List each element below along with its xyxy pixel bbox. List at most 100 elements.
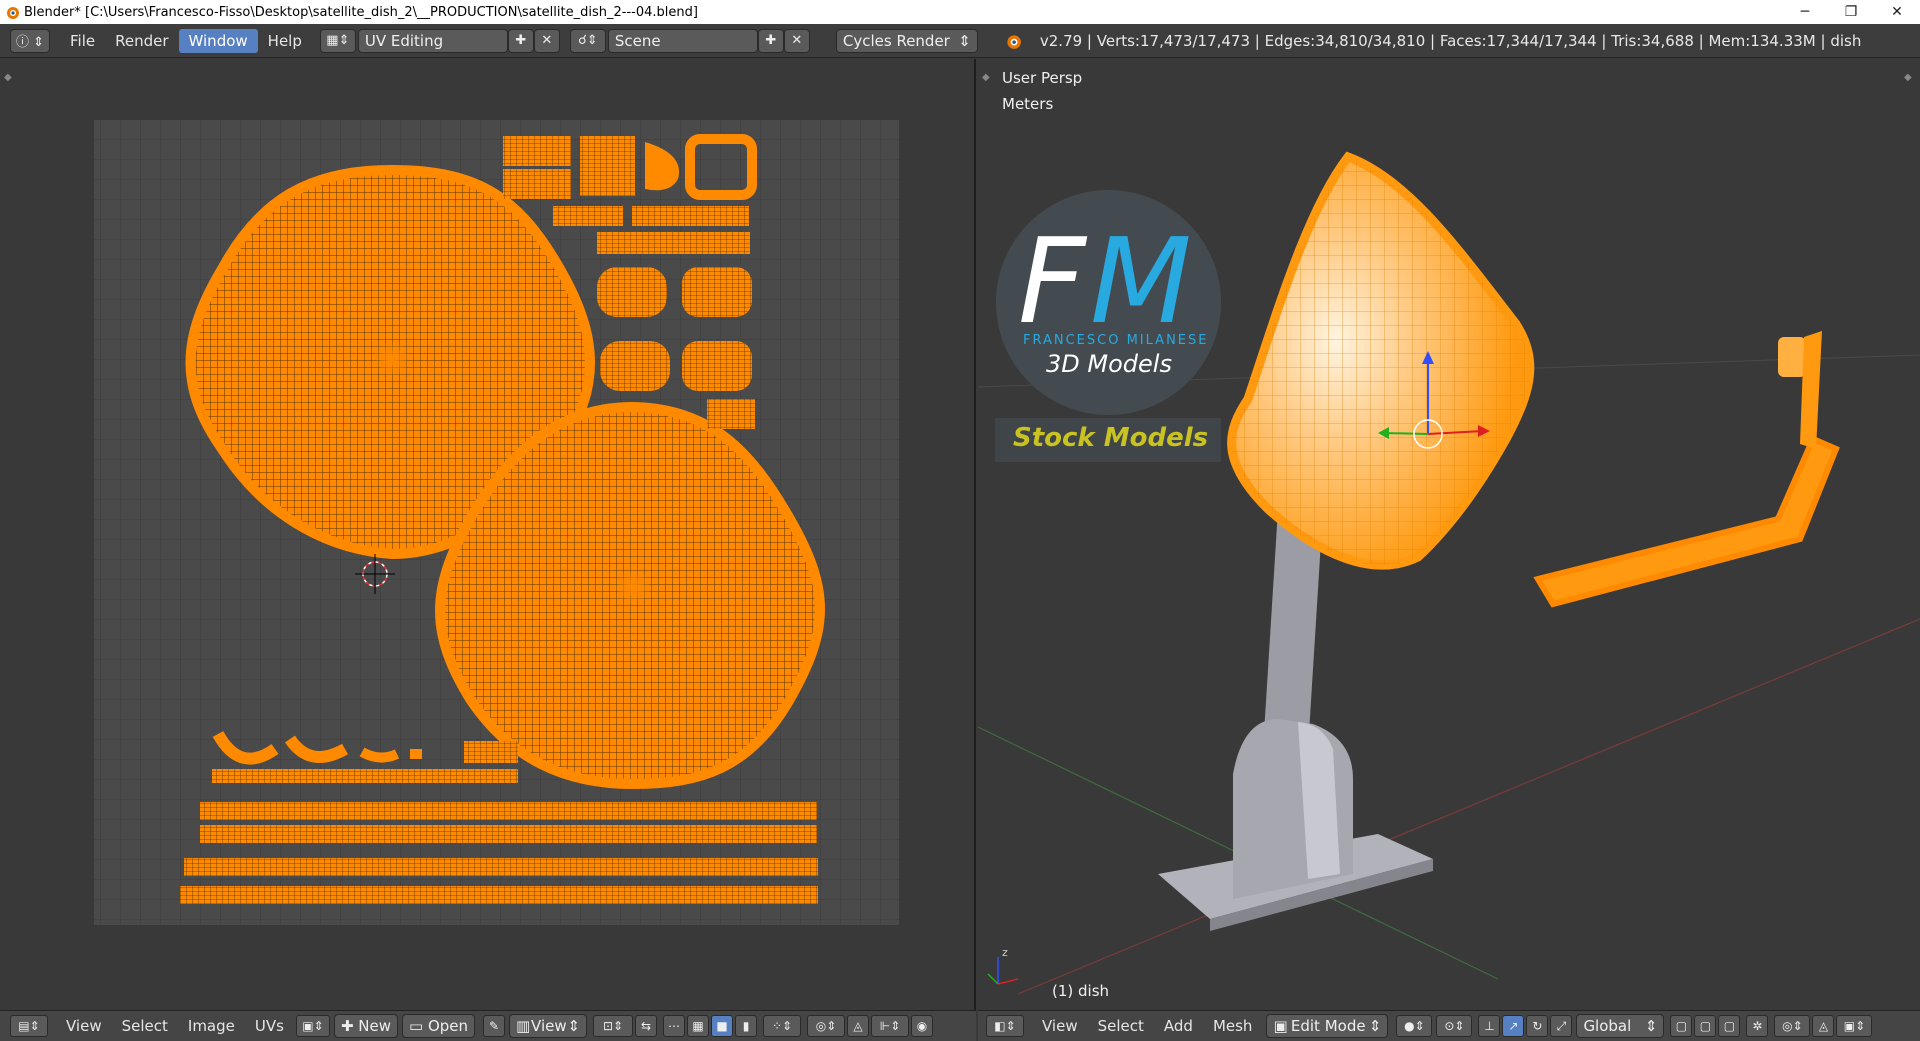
uv-render-button[interactable]: ◉ xyxy=(911,1015,934,1037)
manipulator-toggle[interactable]: ⊥ xyxy=(1478,1015,1501,1037)
info-icon: ⓘ ⇕ xyxy=(15,35,45,50)
layout-grid-icon: ▦⇕ xyxy=(326,33,350,48)
proportional-edit-select[interactable]: ◎⇕ xyxy=(1774,1015,1811,1037)
image-editor-icon: ▤⇕ xyxy=(18,1019,40,1033)
edge-select-button[interactable]: ▦ xyxy=(687,1015,710,1037)
add-scene-button[interactable]: ✚ xyxy=(757,28,784,53)
snap-element-select[interactable]: ⊩⇕ xyxy=(871,1015,910,1037)
interaction-mode-value: Edit Mode xyxy=(1290,1017,1366,1035)
lnb-head xyxy=(1778,337,1806,377)
proportional-edit-select[interactable]: ◎⇕ xyxy=(807,1015,846,1037)
transform-orientation-select[interactable]: Global ⇕ xyxy=(1576,1014,1665,1038)
limit-selection-button[interactable]: ✲ xyxy=(1746,1015,1769,1037)
snap-toggle[interactable]: ◬ xyxy=(847,1015,870,1037)
pivot-select[interactable]: ⊡⇕ xyxy=(593,1015,634,1037)
snap-icon: ▣⇕ xyxy=(1843,1019,1866,1033)
editor-type-info-button[interactable]: ⓘ ⇕ xyxy=(10,28,50,53)
menu-render[interactable]: Render xyxy=(105,29,178,53)
interaction-mode-select[interactable]: ▣ Edit Mode ⇕ xyxy=(1266,1014,1389,1038)
add-screen-button[interactable]: ✚ xyxy=(507,28,534,53)
plus-icon: ✚ xyxy=(340,1017,359,1035)
sticky-select-mode[interactable]: ⁘⇕ xyxy=(763,1015,802,1037)
scene-field[interactable]: Scene xyxy=(607,28,758,53)
uv-menu-uvs[interactable]: UVs xyxy=(245,1017,294,1035)
shading-select[interactable]: ●⇕ xyxy=(1396,1015,1433,1037)
logo-letter-m: M xyxy=(1090,212,1192,350)
magnet-icon: ◬ xyxy=(853,1019,863,1033)
pivot-point-select[interactable]: ⊙⇕ xyxy=(1436,1015,1473,1037)
uv-editor-header: ▤⇕ View Select Image UVs ▣⇕ ✚ New ▭ Open… xyxy=(0,1010,976,1041)
dish-arm xyxy=(1533,435,1840,608)
vp-menu-add[interactable]: Add xyxy=(1154,1017,1203,1035)
edit-mode-icon: ▣ xyxy=(1273,1017,1288,1035)
layer-button-1[interactable]: ▢ xyxy=(1670,1015,1693,1037)
logo-3d-models: 3D Models xyxy=(1046,350,1172,378)
sync-selection-button[interactable]: ⇆ xyxy=(635,1015,658,1037)
layer-button-2[interactable]: ▢ xyxy=(1694,1015,1717,1037)
blender-logo-icon xyxy=(7,7,19,19)
new-image-button[interactable]: ✚ New xyxy=(333,1014,398,1038)
pin-button[interactable]: ✎ xyxy=(483,1015,506,1037)
open-image-label: Open xyxy=(427,1017,469,1035)
screen-layout-type-button[interactable]: ▦⇕ xyxy=(319,28,356,53)
manipulator-icon: ⊥ xyxy=(1484,1019,1495,1033)
island-select-button[interactable]: ▮ xyxy=(735,1015,758,1037)
scale-manipulator-button[interactable]: ⤢ xyxy=(1550,1015,1573,1037)
axis-gizmo: z xyxy=(987,946,1019,985)
render-engine-select[interactable]: Cycles Render ⇕ xyxy=(835,28,978,53)
uv-image-editor[interactable]: ◆ xyxy=(0,59,976,1010)
close-button[interactable]: ✕ xyxy=(1874,0,1920,24)
new-image-label: New xyxy=(358,1017,391,1035)
chevron-updown-icon: ⇕ xyxy=(1368,1017,1382,1035)
cube-icon: ▢ xyxy=(1699,1019,1712,1033)
region-toggle-icon[interactable]: ◆ xyxy=(4,72,12,83)
uv-canvas[interactable]: ◆ xyxy=(0,59,976,1010)
gear-icon: ✲ xyxy=(1752,1019,1763,1033)
x-icon: ✕ xyxy=(541,33,553,48)
face-select-button[interactable]: ■ xyxy=(711,1015,734,1037)
vp-menu-select[interactable]: Select xyxy=(1088,1017,1154,1035)
layer-button-3[interactable]: ▢ xyxy=(1718,1015,1741,1037)
translate-manipulator-button[interactable]: ↗ xyxy=(1502,1015,1525,1037)
image-browse-button[interactable]: ▣⇕ xyxy=(295,1015,330,1037)
region-toggle-icon[interactable]: ◆ xyxy=(982,72,990,83)
scene-type-button[interactable]: ☌⇕ xyxy=(569,28,606,53)
uv-menu-image[interactable]: Image xyxy=(178,1017,245,1035)
vertex-select-icon: ⋯ xyxy=(668,1019,681,1033)
uv-mode-select[interactable]: ▥ View ⇕ xyxy=(509,1014,588,1038)
scene-icon: ☌⇕ xyxy=(578,33,598,48)
scale-icon: ⤢ xyxy=(1556,1018,1567,1033)
vp-menu-mesh[interactable]: Mesh xyxy=(1203,1017,1263,1035)
pin-icon: ✎ xyxy=(489,1019,500,1033)
stock-models-text: Stock Models xyxy=(1013,423,1209,453)
remove-screen-button[interactable]: ✕ xyxy=(533,28,560,53)
menu-help[interactable]: Help xyxy=(258,29,312,53)
menu-file[interactable]: File xyxy=(60,29,105,53)
rotate-manipulator-button[interactable]: ↻ xyxy=(1526,1015,1549,1037)
vp-menu-view[interactable]: View xyxy=(1032,1017,1088,1035)
screen-layout-field[interactable]: UV Editing xyxy=(357,28,508,53)
vertex-select-button[interactable]: ⋯ xyxy=(663,1015,686,1037)
scene-stats: v2.79 | Verts:17,473/17,473 | Edges:34,8… xyxy=(1039,31,1862,50)
snap-element-select[interactable]: ▣⇕ xyxy=(1836,1015,1873,1037)
snap-toggle[interactable]: ◬ xyxy=(1812,1015,1835,1037)
menu-window[interactable]: Window xyxy=(178,28,258,53)
x-icon: ✕ xyxy=(791,33,803,48)
view-name-label: User Persp xyxy=(1002,69,1083,87)
blender-logo-icon xyxy=(1007,34,1021,49)
remove-scene-button[interactable]: ✕ xyxy=(783,28,810,53)
chevron-updown-icon: ⇕ xyxy=(567,1017,581,1035)
scene-name: Scene xyxy=(614,31,661,50)
uv-menu-select[interactable]: Select xyxy=(112,1017,178,1035)
editor-type-3d-button[interactable]: ◧⇕ xyxy=(986,1015,1024,1037)
editor-type-uv-button[interactable]: ▤⇕ xyxy=(10,1015,48,1037)
proportional-icon: ◎⇕ xyxy=(1782,1019,1803,1033)
restore-button[interactable]: ❐ xyxy=(1828,0,1874,24)
open-image-button[interactable]: ▭ Open xyxy=(402,1014,476,1038)
pivot-icon: ⊡⇕ xyxy=(602,1019,624,1033)
minimize-button[interactable]: ─ xyxy=(1782,0,1828,24)
region-toggle-icon[interactable]: ◆ xyxy=(1904,72,1912,83)
folder-icon: ▭ xyxy=(409,1017,428,1035)
uv-menu-view[interactable]: View xyxy=(56,1017,112,1035)
info-header: ⓘ ⇕ File Render Window Help ▦⇕ UV Editin… xyxy=(0,24,1920,58)
